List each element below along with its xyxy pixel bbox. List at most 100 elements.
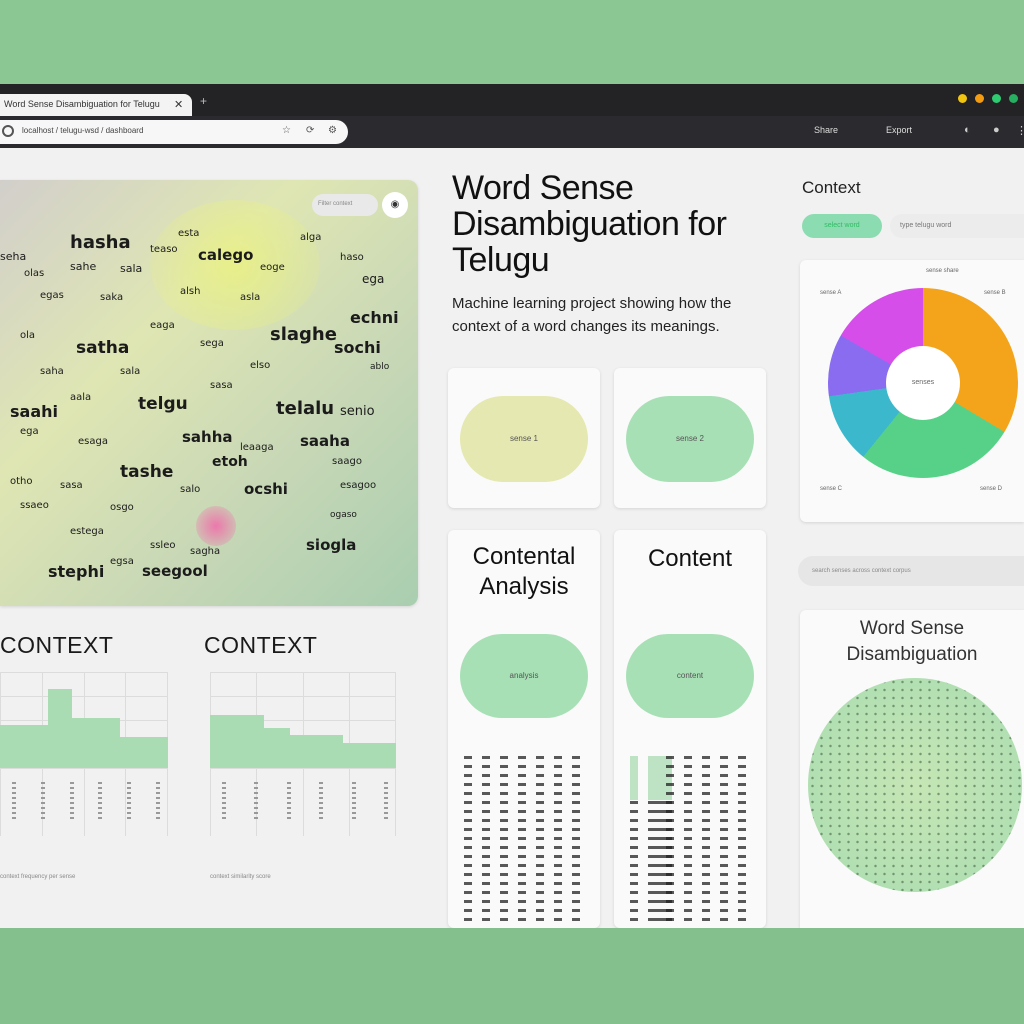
cloud-word: sala	[120, 262, 143, 275]
token-columns	[624, 756, 756, 926]
sense-card-2[interactable]: sense 2	[614, 368, 766, 508]
sense-pill[interactable]: sense 1	[460, 396, 588, 482]
cloud-word: ogaso	[330, 510, 357, 520]
token-column	[482, 756, 490, 922]
context-bar[interactable]	[210, 715, 237, 768]
context-bar[interactable]	[237, 715, 264, 768]
token-column	[518, 756, 526, 922]
context-bar-chart-1	[0, 672, 168, 836]
bookmark-icon[interactable]: ☆	[282, 125, 291, 136]
wsd-token-circle	[808, 678, 1022, 892]
token-column	[630, 756, 638, 922]
context-bar[interactable]	[72, 718, 96, 768]
context-bar[interactable]	[290, 735, 317, 768]
cloud-word: senio	[340, 404, 375, 419]
pie-label: sense B	[984, 290, 1006, 296]
context-bar[interactable]	[316, 735, 343, 768]
pie-label: sense A	[820, 290, 842, 296]
context-chart-title-1: CONTEXT	[0, 632, 114, 658]
url-bar[interactable]: localhost / telugu-wsd / dashboard ☆ ⟳ ⚙	[0, 120, 348, 144]
sense-pie-chart[interactable]: senses	[828, 288, 1018, 478]
desktop-background-top	[0, 0, 1024, 84]
context-bar[interactable]	[369, 743, 396, 768]
cloud-word: tashe	[120, 462, 174, 482]
cloud-word: ocshi	[244, 480, 288, 498]
context-bar[interactable]	[48, 689, 72, 768]
context-bar[interactable]	[343, 743, 370, 768]
window-dot-yellow[interactable]	[958, 94, 967, 103]
context-bar[interactable]	[24, 725, 48, 768]
wsd-summary-card: Word Sense Disambiguation	[800, 610, 1024, 928]
share-link[interactable]: Share	[814, 125, 838, 135]
sense-pill[interactable]: sense 2	[626, 396, 754, 482]
context-label: Context	[802, 178, 861, 197]
token-columns	[458, 756, 590, 926]
cloud-word: egas	[40, 290, 64, 301]
pie-label: sense share	[926, 268, 959, 274]
sense-pie-card: sense share sense A sense B sense C sens…	[800, 260, 1024, 522]
cloud-word: egsa	[110, 556, 134, 567]
cloud-word: ega	[362, 272, 385, 286]
site-info-icon[interactable]	[2, 125, 14, 137]
cloud-word: saaha	[300, 432, 350, 450]
cloud-word: sasa	[60, 480, 83, 491]
corpus-search-strip[interactable]: search senses across context corpus	[798, 556, 1024, 586]
cloud-word: eaga	[150, 320, 175, 331]
analysis-pill[interactable]: content	[626, 634, 754, 718]
cloud-word: sala	[120, 366, 141, 377]
cloud-highlight	[150, 200, 320, 330]
context-bar[interactable]	[144, 737, 168, 768]
window-dot-darkgreen[interactable]	[1009, 94, 1018, 103]
axis-tick-label	[70, 782, 74, 822]
token-column	[500, 756, 508, 922]
cloud-target-icon[interactable]: ◉	[382, 192, 408, 218]
axis-tick-label	[254, 782, 258, 822]
cloud-word: sagha	[190, 546, 221, 557]
cloud-word: ssleo	[150, 540, 176, 551]
sense-card-1[interactable]: sense 1	[448, 368, 600, 508]
window-dot-orange[interactable]	[975, 94, 984, 103]
pie-label: sense C	[820, 486, 843, 492]
browser-tab[interactable]: Word Sense Disambiguation for Telugu	[0, 94, 192, 116]
profile-icon[interactable]: ●	[993, 124, 1000, 136]
cloud-word: etoh	[212, 454, 248, 470]
cloud-word: alga	[300, 232, 322, 243]
cloud-word: osgo	[110, 502, 134, 513]
select-word-button[interactable]: select word	[802, 214, 882, 238]
context-bar[interactable]	[96, 718, 120, 768]
cloud-word: telalu	[276, 398, 335, 419]
analysis-pill[interactable]: analysis	[460, 634, 588, 718]
url-text: localhost / telugu-wsd / dashboard	[22, 126, 144, 135]
settings-icon[interactable]: ⚙	[328, 125, 337, 136]
cloud-word: esta	[178, 228, 200, 239]
context-bar[interactable]	[120, 737, 144, 768]
cloud-word: saahi	[10, 402, 58, 421]
token-column	[536, 756, 544, 922]
cloud-word: elso	[250, 360, 271, 371]
word-search-input[interactable]: type telugu word	[890, 214, 1024, 238]
cloud-filter-pill[interactable]: Filter context	[312, 194, 378, 216]
reload-icon[interactable]: ⟳	[306, 125, 314, 136]
context-bar[interactable]	[0, 725, 24, 768]
analysis-title: Contental Analysis	[472, 543, 576, 600]
menu-icon[interactable]: ⋮	[1016, 124, 1024, 137]
pie-center-label: senses	[886, 346, 960, 420]
token-column	[464, 756, 472, 922]
cloud-word: calego	[198, 246, 254, 264]
context-bar[interactable]	[263, 728, 290, 768]
token-column	[738, 756, 746, 922]
export-link[interactable]: Export	[886, 125, 912, 135]
tab-close-icon[interactable]: ✕	[174, 98, 183, 111]
cloud-word: ablo	[370, 362, 390, 372]
axis-tick-label	[287, 782, 291, 822]
cloud-word: seegool	[142, 562, 208, 580]
cloud-word: stephi	[48, 562, 105, 581]
analysis-card-contental: Contental Analysis analysis	[448, 530, 600, 928]
theme-icon[interactable]: ◐	[964, 124, 971, 136]
new-tab-icon[interactable]: +	[200, 94, 207, 108]
cloud-word: olas	[24, 268, 45, 279]
cloud-word: siogla	[306, 536, 357, 554]
cloud-word: esaga	[78, 436, 108, 447]
cloud-word: satha	[76, 338, 130, 358]
window-dot-green[interactable]	[992, 94, 1001, 103]
